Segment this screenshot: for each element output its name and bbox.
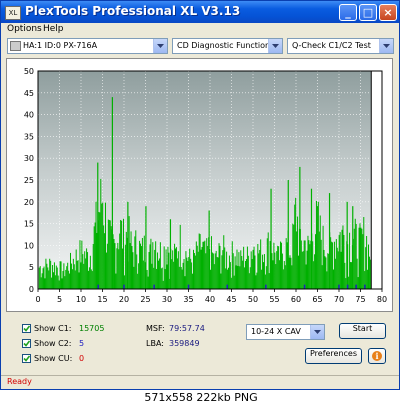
x-tick-label: 75 <box>355 295 365 304</box>
x-tick-label: 0 <box>35 295 40 304</box>
start-button[interactable]: Start <box>339 323 386 339</box>
toolbar: HA:1 ID:0 PX-716A CD Diagnostic Function… <box>1 38 399 57</box>
cu-value: 0 <box>79 354 85 363</box>
info-button[interactable]: i <box>368 348 386 364</box>
minimize-button[interactable]: _ <box>339 4 357 21</box>
y-tick-label: 15 <box>24 220 34 229</box>
show-c1-checkbox[interactable] <box>22 324 31 333</box>
msf-label: MSF: <box>146 324 165 333</box>
y-tick-label: 5 <box>29 263 34 272</box>
window-title: PlexTools Professional XL V3.13 <box>25 4 241 18</box>
show-c1-label: Show C1: <box>34 324 72 333</box>
lba-label: LBA: <box>146 339 164 348</box>
status-text: Ready <box>7 377 32 386</box>
close-button[interactable]: × <box>379 4 397 21</box>
msf-value: 79:57.74 <box>169 324 205 333</box>
drive-select[interactable]: HA:1 ID:0 PX-716A <box>7 38 168 54</box>
y-tick-label: 10 <box>24 241 34 250</box>
x-tick-label: 30 <box>162 295 172 304</box>
app-window: XL PlexTools Professional XL V3.13 _ □ ×… <box>0 0 400 390</box>
chart-panel: 0 5 10 15 20 25 30 35 40 45 50 0 5 10 15 20 25 30 35 40 45 50… <box>6 58 393 312</box>
drive-icon <box>10 41 21 51</box>
speed-select-value: 10-24 X CAV <box>251 327 301 336</box>
x-tick-label: 5 <box>57 295 62 304</box>
title-bar[interactable]: XL PlexTools Professional XL V3.13 _ □ × <box>1 1 399 23</box>
x-tick-label: 70 <box>334 295 344 304</box>
x-tick-label: 20 <box>119 295 129 304</box>
x-tick-label: 80 <box>377 295 387 304</box>
c2-value: 5 <box>79 339 85 348</box>
lba-value: 359849 <box>169 339 200 348</box>
menu-options[interactable]: Options <box>7 24 42 34</box>
x-tick-label: 50 <box>248 295 258 304</box>
show-c2-checkbox[interactable] <box>22 339 31 348</box>
show-cu-checkbox[interactable] <box>22 354 31 363</box>
x-tick-label: 15 <box>97 295 107 304</box>
c1-c2-chart: 0 5 10 15 20 25 30 35 40 45 50 0 5 10 15 20 25 30 35 40 45 50… <box>24 67 387 304</box>
y-tick-label: 25 <box>24 176 34 185</box>
menu-help[interactable]: Help <box>43 24 64 34</box>
x-tick-label: 65 <box>312 295 322 304</box>
x-tick-label: 40 <box>205 295 215 304</box>
speed-select[interactable]: 10-24 X CAV <box>246 324 325 340</box>
x-tick-label: 60 <box>291 295 301 304</box>
status-bar: Ready <box>1 375 399 390</box>
c1-value: 15705 <box>79 324 105 333</box>
y-tick-label: 45 <box>24 89 34 98</box>
preferences-button[interactable]: Preferences <box>305 348 362 364</box>
chevron-down-icon[interactable] <box>268 39 282 53</box>
chevron-down-icon[interactable] <box>379 39 393 53</box>
test-select-value: Q-Check C1/C2 Test <box>292 41 371 50</box>
controls-panel: Show C1: 15705 Show C2: 5 Show CU: 0 MSF… <box>1 315 399 375</box>
x-tick-label: 25 <box>140 295 150 304</box>
show-cu-label: Show CU: <box>34 354 73 363</box>
chevron-down-icon[interactable] <box>310 325 324 339</box>
y-tick-label: 50 <box>24 67 34 76</box>
show-c2-label: Show C2: <box>34 339 72 348</box>
app-icon: XL <box>5 6 21 20</box>
maximize-button[interactable]: □ <box>359 4 377 21</box>
menu-bar: Options Help <box>1 23 399 38</box>
function-select-value: CD Diagnostic Functions <box>177 41 275 50</box>
function-select[interactable]: CD Diagnostic Functions <box>172 38 283 54</box>
chevron-down-icon[interactable] <box>153 39 167 53</box>
y-tick-label: 30 <box>24 154 34 163</box>
test-select[interactable]: Q-Check C1/C2 Test <box>287 38 394 54</box>
y-tick-label: 20 <box>24 198 34 207</box>
drive-select-value: HA:1 ID:0 PX-716A <box>23 41 98 50</box>
info-icon: i <box>372 351 382 361</box>
y-tick-label: 40 <box>24 111 34 120</box>
y-tick-label: 0 <box>29 285 34 294</box>
x-tick-label: 10 <box>76 295 86 304</box>
x-tick-label: 45 <box>226 295 236 304</box>
image-caption: 571x558 222kb PNG <box>144 391 258 404</box>
y-tick-label: 35 <box>24 132 34 141</box>
x-tick-label: 55 <box>269 295 279 304</box>
x-tick-label: 35 <box>183 295 193 304</box>
